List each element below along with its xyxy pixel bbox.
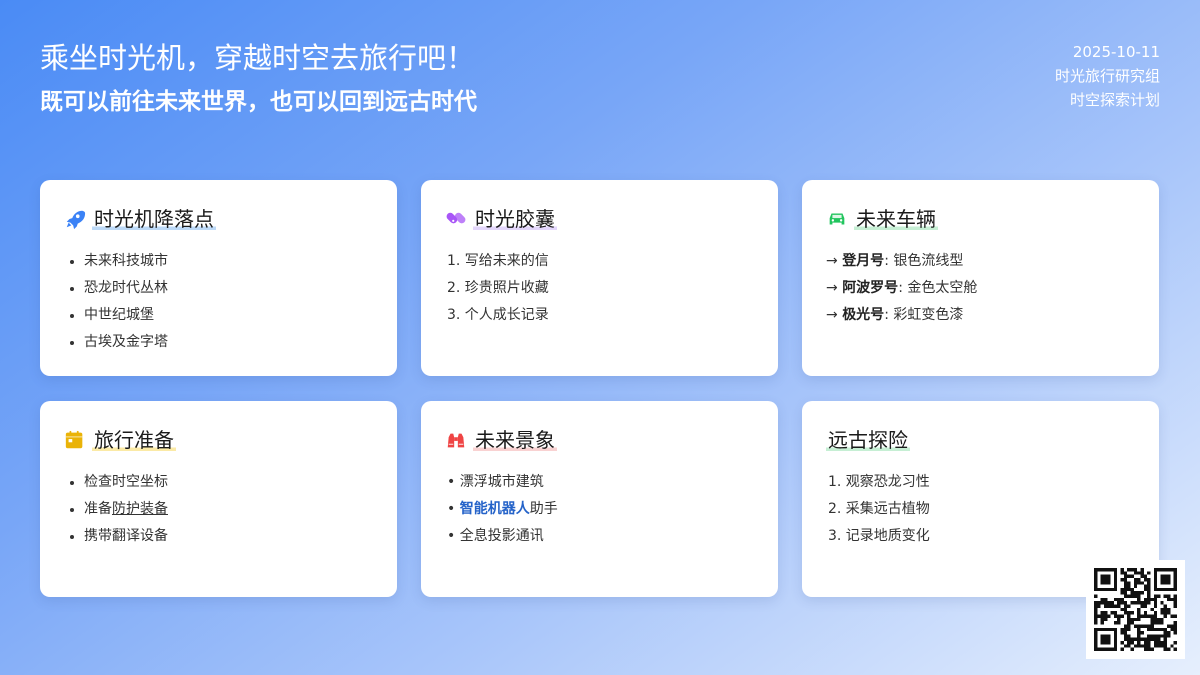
list-item: 检查时空坐标 (70, 469, 373, 496)
card-capsule: 时光胶囊 1. 写给未来的信 2. 珍贵照片收藏 3. 个人成长记录 (421, 180, 778, 376)
list-item: 古埃及金字塔 (70, 329, 373, 356)
capsules-icon (445, 208, 467, 230)
card-grid: 时光机降落点 未来科技城市 恐龙时代丛林 中世纪城堡 古埃及金字塔 时光胶囊 1… (40, 180, 1160, 597)
list-item: → 登月号: 银色流线型 (826, 248, 1135, 275)
list-item: • 智能机器人助手 (447, 496, 754, 523)
list-item: 3. 个人成长记录 (447, 307, 549, 323)
project-text: 时空探索计划 (1069, 91, 1160, 109)
card-title: 时光机降落点 (92, 206, 216, 232)
card-title-row: 远古探险 (826, 425, 1135, 455)
list-item: 2. 珍贵照片收藏 (447, 280, 549, 296)
arrow-icon: → (826, 253, 838, 269)
card-title: 时光胶囊 (473, 206, 557, 232)
list-item: 3. 记录地质变化 (828, 528, 930, 544)
card-title: 旅行准备 (92, 427, 176, 453)
date-text: 2025-10-11 (1072, 43, 1160, 61)
capsule-list: 1. 写给未来的信 2. 珍贵照片收藏 3. 个人成长记录 (445, 248, 754, 329)
bullet-icon: • (447, 474, 456, 490)
card-title: 远古探险 (826, 427, 910, 453)
vehicle-name: 阿波罗号 (842, 280, 899, 296)
card-title-row: 旅行准备 (64, 425, 373, 455)
page-title: 乘坐时光机，穿越时空去旅行吧！ (40, 41, 476, 75)
binoculars-icon (445, 429, 467, 451)
org-text: 时光旅行研究组 (1054, 67, 1160, 85)
list-item: 未来科技城市 (70, 248, 373, 275)
list-item: → 阿波罗号: 金色太空舱 (826, 275, 1135, 302)
prep-list: 检查时空坐标 准备防护装备 携带翻译设备 (64, 469, 373, 550)
item-prefix: 准备 (84, 501, 112, 517)
list-item: • 漂浮城市建筑 (447, 469, 754, 496)
card-title: 未来景象 (473, 427, 557, 453)
header: 乘坐时光机，穿越时空去旅行吧！ 既可以前往未来世界，也可以回到远古时代 (40, 38, 477, 118)
list-item: → 极光号: 彩虹变色漆 (826, 302, 1135, 329)
scenes-list: • 漂浮城市建筑 • 智能机器人助手 • 全息投影通讯 (445, 469, 754, 550)
bullet-icon: • (447, 501, 456, 517)
list-item: 携带翻译设备 (70, 523, 373, 550)
protective-gear-link[interactable]: 防护装备 (112, 501, 168, 517)
qr-code-icon[interactable] (1086, 560, 1185, 659)
rocket-icon (64, 208, 86, 230)
list-item: 恐龙时代丛林 (70, 275, 373, 302)
arrow-icon: → (826, 307, 838, 323)
landing-list: 未来科技城市 恐龙时代丛林 中世纪城堡 古埃及金字塔 (64, 248, 373, 356)
list-item: • 全息投影通讯 (447, 523, 754, 550)
card-vehicles: 未来车辆 → 登月号: 银色流线型 → 阿波罗号: 金色太空舱 → 极光号: 彩… (802, 180, 1159, 376)
ancient-list: 1. 观察恐龙习性 2. 采集远古植物 3. 记录地质变化 (826, 469, 1135, 550)
card-title-row: 未来景象 (445, 425, 754, 455)
header-meta: 2025-10-11 时光旅行研究组 时空探索计划 (1055, 40, 1160, 112)
item-suffix: 助手 (529, 501, 558, 517)
item-text: 全息投影通讯 (459, 528, 544, 544)
vehicles-list: → 登月号: 银色流线型 → 阿波罗号: 金色太空舱 → 极光号: 彩虹变色漆 (826, 248, 1135, 329)
vehicle-name: 登月号 (842, 253, 885, 269)
card-title-row: 时光机降落点 (64, 204, 373, 234)
vehicle-name: 极光号 (842, 307, 885, 323)
highlight-text: 智能机器人 (459, 501, 530, 517)
card-title-row: 时光胶囊 (445, 204, 754, 234)
list-item: 2. 采集远古植物 (828, 501, 930, 517)
list-item: 准备防护装备 (70, 496, 373, 523)
card-landing: 时光机降落点 未来科技城市 恐龙时代丛林 中世纪城堡 古埃及金字塔 (40, 180, 397, 376)
vehicle-desc: : 银色流线型 (884, 253, 964, 269)
car-icon (826, 208, 848, 230)
item-text: 漂浮城市建筑 (459, 474, 544, 490)
list-item: 中世纪城堡 (70, 302, 373, 329)
card-title-row: 未来车辆 (826, 204, 1135, 234)
page-subtitle: 既可以前往未来世界，也可以回到远古时代 (40, 89, 477, 115)
bullet-icon: • (447, 528, 456, 544)
calendar-icon (64, 429, 86, 451)
arrow-icon: → (826, 280, 838, 296)
vehicle-desc: : 彩虹变色漆 (884, 307, 964, 323)
list-item: 1. 观察恐龙习性 (828, 474, 930, 490)
card-title: 未来车辆 (854, 206, 938, 232)
card-prep: 旅行准备 检查时空坐标 准备防护装备 携带翻译设备 (40, 401, 397, 597)
list-item: 1. 写给未来的信 (447, 253, 549, 269)
vehicle-desc: : 金色太空舱 (898, 280, 978, 296)
card-scenes: 未来景象 • 漂浮城市建筑 • 智能机器人助手 • 全息投影通讯 (421, 401, 778, 597)
